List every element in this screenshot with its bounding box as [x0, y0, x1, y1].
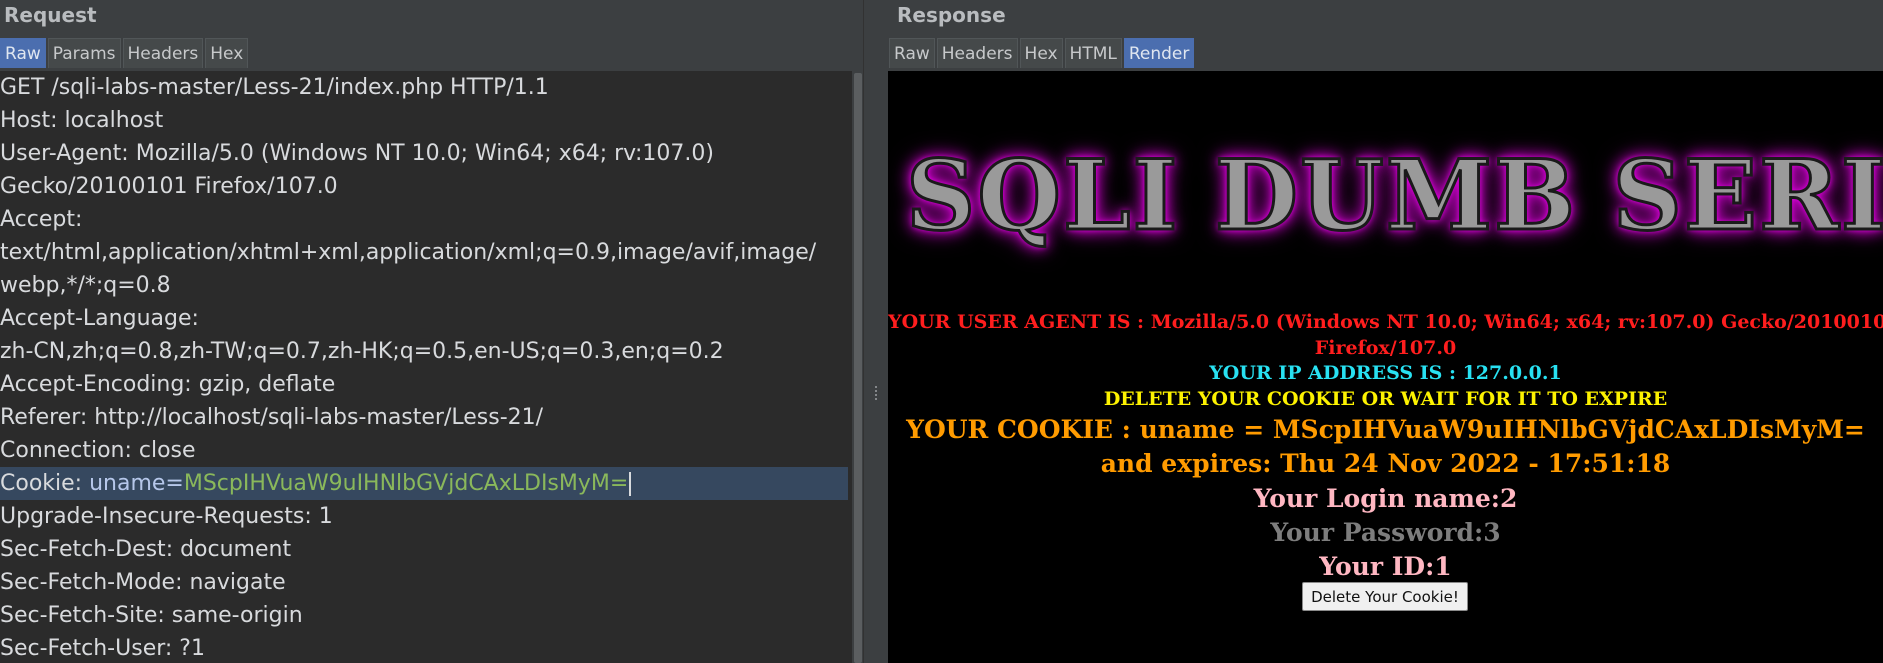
cookie-expiry-text: and expires: Thu 24 Nov 2022 - 17:51:18	[1100, 449, 1671, 478]
request-line[interactable]: webp,*/*;q=0.8	[0, 269, 848, 302]
response-tab-raw[interactable]: Raw	[889, 38, 935, 68]
user-agent-text: YOUR USER AGENT IS : Mozilla/5.0 (Window…	[888, 311, 1883, 333]
burp-repeater-window: Request Raw Params Headers Hex GET /sqli…	[0, 0, 1883, 663]
response-tab-render[interactable]: Render	[1123, 38, 1195, 68]
sqli-dumb-series-banner: SQLI DUMB SERIES	[904, 138, 1883, 254]
request-line[interactable]: User-Agent: Mozilla/5.0 (Windows NT 10.0…	[0, 137, 848, 170]
request-editor[interactable]: GET /sqli-labs-master/Less-21/index.php …	[0, 71, 852, 663]
request-scrollbar[interactable]	[852, 71, 863, 663]
cookie-text: YOUR COOKIE : uname = MScpIHVuaW9uIHNlbG…	[906, 415, 1865, 444]
login-name-text: Your Login name:2	[1253, 484, 1518, 513]
request-line[interactable]: Accept-Language:	[0, 302, 848, 335]
request-line[interactable]: GET /sqli-labs-master/Less-21/index.php …	[0, 71, 848, 104]
request-line[interactable]: Sec-Fetch-Site: same-origin	[0, 599, 848, 632]
cookie-value: MScpIHVuaW9uIHNlbGVjdCAxLDIsMyM=	[183, 471, 629, 496]
request-line[interactable]: Accept-Encoding: gzip, deflate	[0, 368, 848, 401]
user-agent-text-continued: Firefox/107.0	[1314, 337, 1457, 359]
request-line[interactable]: Sec-Fetch-Mode: navigate	[0, 566, 848, 599]
response-tabs: Raw Headers Hex HTML Render	[889, 38, 1196, 68]
request-line[interactable]: Gecko/20100101 Firefox/107.0	[0, 170, 848, 203]
cookie-key: uname=	[89, 471, 184, 496]
delete-cookie-notice: DELETE YOUR COOKIE OR WAIT FOR IT TO EXP…	[1103, 388, 1668, 410]
request-tab-raw[interactable]: Raw	[0, 38, 46, 68]
request-line[interactable]: Host: localhost	[0, 104, 848, 137]
request-tab-headers[interactable]: Headers	[122, 38, 204, 68]
request-line[interactable]: Connection: close	[0, 434, 848, 467]
response-panel-title: Response	[897, 3, 1006, 27]
request-line[interactable]: Referer: http://localhost/sqli-labs-mast…	[0, 401, 848, 434]
request-line[interactable]: Upgrade-Insecure-Requests: 1	[0, 500, 848, 533]
splitter-grip-icon[interactable]	[874, 385, 878, 401]
cookie-header-name: Cookie:	[0, 471, 90, 496]
response-tab-html[interactable]: HTML	[1064, 38, 1122, 68]
delete-cookie-button[interactable]: Delete Your Cookie!	[1302, 582, 1468, 611]
request-tabs: Raw Params Headers Hex	[0, 38, 250, 68]
request-tab-hex[interactable]: Hex	[205, 38, 249, 68]
response-tab-hex[interactable]: Hex	[1019, 38, 1063, 68]
cookie-line[interactable]: Cookie: uname=MScpIHVuaW9uIHNlbGVjdCAxLD…	[0, 467, 848, 500]
user-id-text: Your ID:1	[1319, 552, 1452, 581]
request-tab-params[interactable]: Params	[47, 38, 121, 68]
response-tab-headers[interactable]: Headers	[936, 38, 1018, 68]
text-caret	[629, 472, 632, 496]
request-scroll-thumb[interactable]	[854, 73, 862, 663]
request-panel: Request Raw Params Headers Hex GET /sqli…	[0, 0, 863, 663]
password-text: Your Password:3	[1270, 518, 1501, 547]
request-line[interactable]: Accept:	[0, 203, 848, 236]
rendered-page: SQLI DUMB SERIES YOUR USER AGENT IS : Mo…	[888, 71, 1883, 663]
request-line[interactable]: Sec-Fetch-Dest: document	[0, 533, 848, 566]
request-line[interactable]: text/html,application/xhtml+xml,applicat…	[0, 236, 848, 269]
request-line[interactable]: zh-CN,zh;q=0.8,zh-TW;q=0.7,zh-HK;q=0.5,e…	[0, 335, 848, 368]
panel-splitter[interactable]	[863, 0, 888, 663]
request-line[interactable]: Sec-Fetch-User: ?1	[0, 632, 848, 663]
ip-address-text: YOUR IP ADDRESS IS : 127.0.0.1	[1209, 362, 1562, 384]
request-panel-title: Request	[4, 3, 97, 27]
response-panel: Response Raw Headers Hex HTML Render SQL…	[888, 0, 1883, 663]
